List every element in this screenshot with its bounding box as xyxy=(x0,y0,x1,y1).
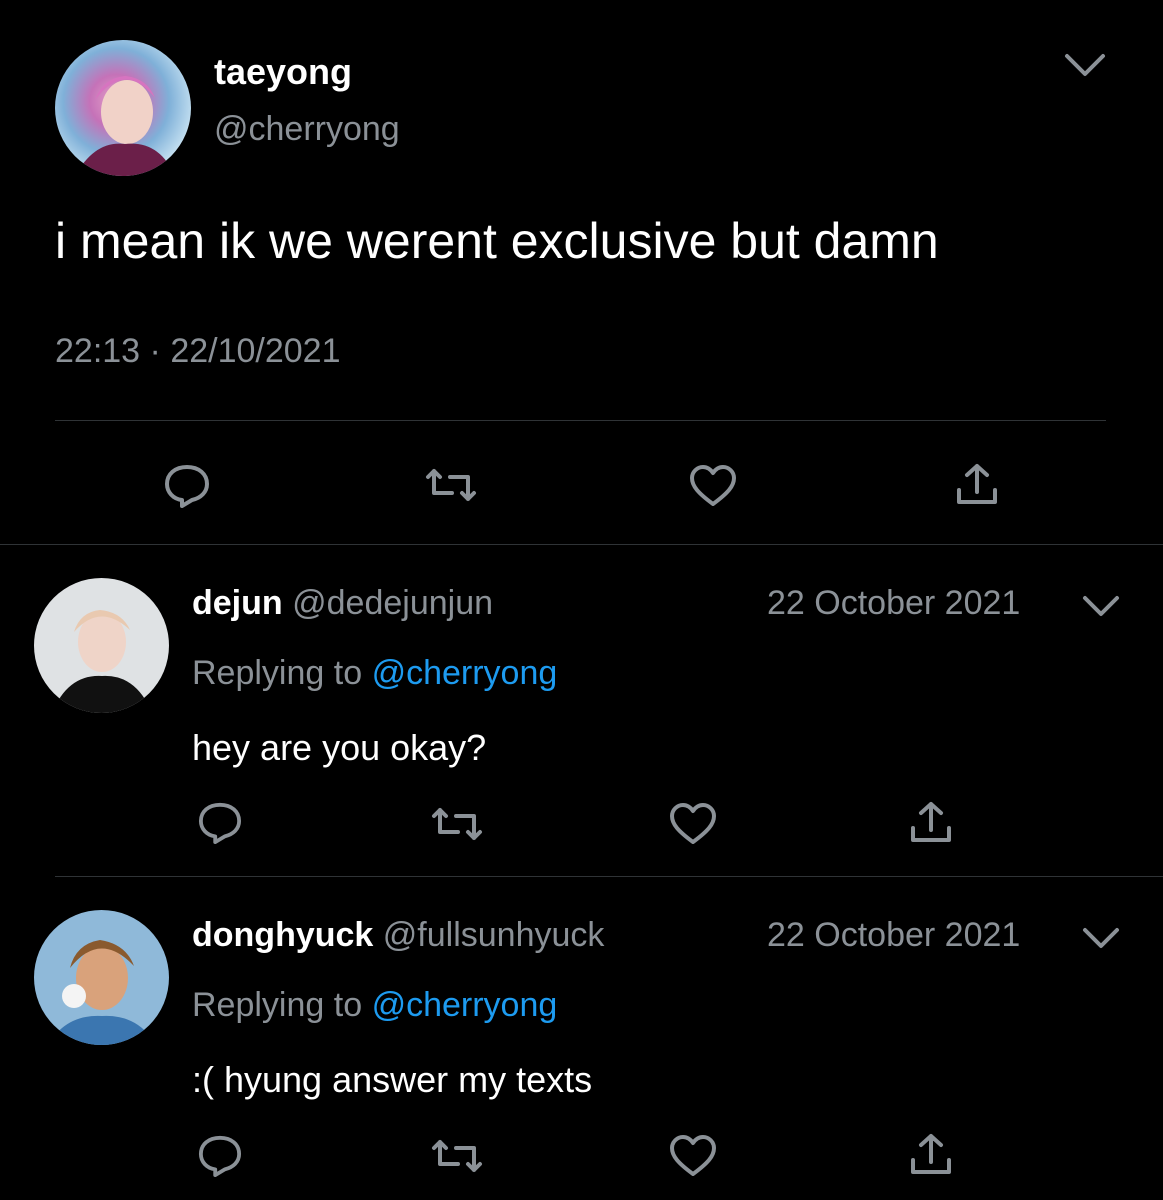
replying-to: Replying to @cherryong xyxy=(192,984,557,1026)
tweet-text: :( hyung answer my texts xyxy=(192,1059,593,1100)
replying-to-label: Replying to xyxy=(192,654,363,692)
replying-to-link[interactable]: @cherryong xyxy=(372,654,558,692)
chevron-down-icon[interactable] xyxy=(1063,50,1107,80)
divider xyxy=(55,876,1163,877)
chevron-down-icon[interactable] xyxy=(1081,925,1121,951)
timestamp-separator: · xyxy=(149,332,161,370)
share-icon[interactable] xyxy=(908,800,954,844)
like-icon[interactable] xyxy=(668,802,718,846)
share-icon[interactable] xyxy=(954,462,1000,506)
reply-icon[interactable] xyxy=(196,800,244,844)
avatar[interactable] xyxy=(34,910,169,1045)
chevron-down-icon[interactable] xyxy=(1081,593,1121,619)
reply-icon[interactable] xyxy=(196,1133,244,1177)
replying-to: Replying to @cherryong xyxy=(192,652,557,694)
reply-header: dejun @dedejunjun xyxy=(192,582,493,624)
retweet-icon[interactable] xyxy=(430,1136,484,1176)
display-name[interactable]: donghyuck xyxy=(192,916,373,954)
tweet-text: hey are you okay? xyxy=(192,727,487,768)
replying-to-link[interactable]: @cherryong xyxy=(372,986,558,1024)
reply-icon[interactable] xyxy=(162,462,212,508)
reply-date: 22 October 2021 xyxy=(767,916,1021,954)
divider xyxy=(0,544,1163,545)
handle[interactable]: @cherryong xyxy=(214,108,400,150)
tweet-time: 22:13 xyxy=(55,332,141,370)
avatar[interactable] xyxy=(55,40,191,176)
reply-header: donghyuck @fullsunhyuck xyxy=(192,914,604,956)
retweet-icon[interactable] xyxy=(430,804,484,844)
retweet-icon[interactable] xyxy=(424,465,478,505)
handle[interactable]: @dedejunjun xyxy=(292,584,493,622)
share-icon[interactable] xyxy=(908,1132,954,1176)
tweet-date: 22/10/2021 xyxy=(170,332,341,370)
handle[interactable]: @fullsunhyuck xyxy=(383,916,605,954)
like-icon[interactable] xyxy=(668,1134,718,1178)
replying-to-label: Replying to xyxy=(192,986,363,1024)
display-name[interactable]: taeyong xyxy=(214,50,352,94)
reply-date: 22 October 2021 xyxy=(767,584,1021,622)
avatar[interactable] xyxy=(34,578,169,713)
divider xyxy=(55,420,1106,421)
display-name[interactable]: dejun xyxy=(192,584,283,622)
tweet-text: i mean ik we werent exclusive but damn xyxy=(55,213,939,269)
tweet-timestamp: 22:13 · 22/10/2021 xyxy=(55,330,341,372)
like-icon[interactable] xyxy=(688,464,738,508)
